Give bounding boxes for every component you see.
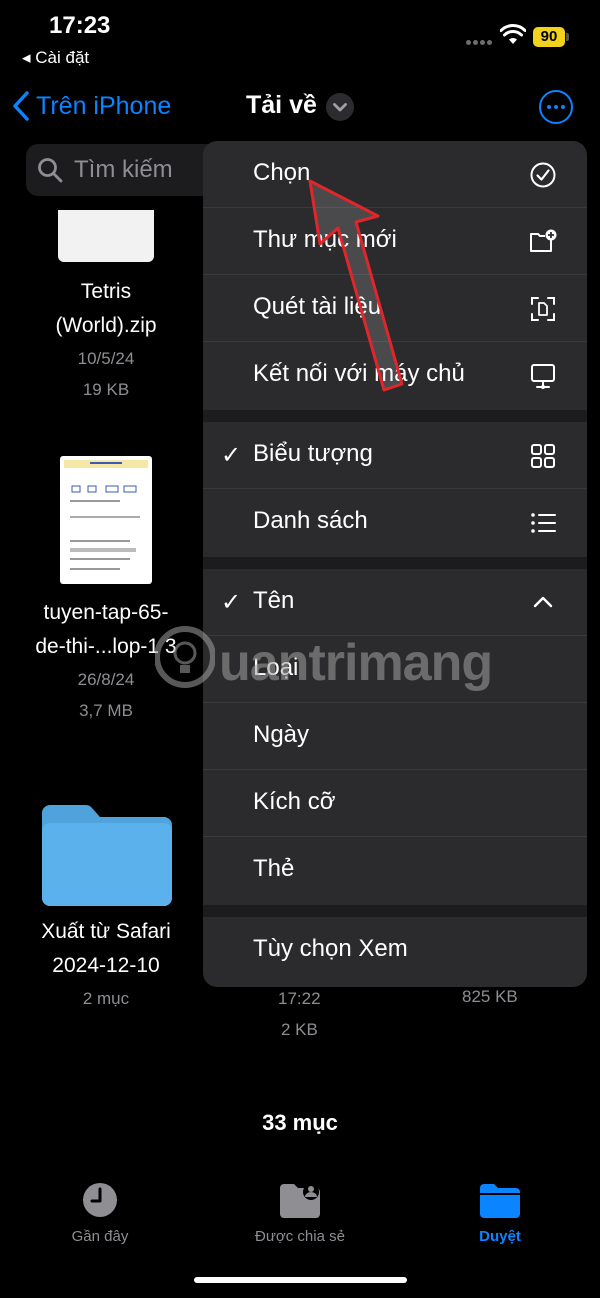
desktop-computer-icon	[531, 364, 555, 389]
file-time: 17:22	[278, 989, 321, 1008]
file-name-cont: (World).zip	[55, 314, 157, 337]
zip-file-thumbnail[interactable]	[58, 210, 154, 262]
back-to-settings-link[interactable]: ◂ Cài đặt	[22, 48, 89, 68]
wifi-icon	[500, 24, 526, 44]
menu-item-label: Danh sách	[253, 507, 368, 534]
menu-item-label: Ngày	[253, 721, 310, 748]
home-indicator[interactable]	[194, 1277, 407, 1283]
search-icon	[38, 158, 63, 183]
item-count: 33 mục	[262, 1110, 338, 1135]
file-name: Tetris	[80, 280, 132, 303]
annotation-arrow-icon	[308, 179, 404, 392]
tab-browse[interactable]: Duyệt	[400, 1170, 600, 1245]
title-menu-button[interactable]	[326, 93, 354, 121]
menu-separator	[203, 557, 587, 569]
clock-icon	[83, 1183, 117, 1217]
checkmark-icon: ✓	[221, 589, 242, 616]
status-bar: 17:23 ◂ Cài đặt 90	[0, 0, 600, 75]
tab-recents[interactable]: Gần đây	[0, 1170, 200, 1245]
folder-item-count: 2 mục	[82, 989, 130, 1008]
folder-icon	[480, 1184, 520, 1218]
menu-item-list-view[interactable]: Danh sách	[203, 489, 587, 557]
tab-shared[interactable]: Được chia sẻ	[200, 1170, 400, 1245]
tab-label: Duyệt	[479, 1228, 521, 1245]
chevron-left-icon	[13, 91, 29, 121]
folder-icon[interactable]	[42, 803, 172, 906]
watermark-text: uantrimang	[219, 634, 493, 692]
pdf-file-thumbnail[interactable]	[60, 456, 152, 584]
file-date: 10/5/24	[77, 349, 135, 368]
document-preview-icon	[64, 460, 148, 570]
doc-viewfinder-icon	[531, 297, 555, 321]
lightbulb-logo-icon	[155, 626, 215, 688]
file-size: 2 KB	[281, 1020, 318, 1039]
chevron-up-icon	[533, 596, 553, 608]
menu-separator	[203, 905, 587, 917]
menu-item-sort-date[interactable]: Ngày	[203, 703, 587, 770]
watermark-logo: uantrimang	[155, 625, 515, 705]
menu-item-label: Tên	[253, 587, 295, 614]
chevron-down-icon	[333, 103, 347, 112]
folder-name: Xuất từ Safari	[41, 920, 171, 943]
navigation-bar: Trên iPhone Tải về	[0, 75, 600, 140]
page-title[interactable]: Tải về	[246, 91, 317, 120]
back-app-label: Cài đặt	[35, 48, 90, 67]
menu-item-label: Tùy chọn Xem	[253, 935, 408, 962]
menu-item-sort-size[interactable]: Kích cỡ	[203, 770, 587, 837]
tab-label: Gần đây	[71, 1228, 129, 1245]
file-item[interactable]: Tetris (World).zip 10/5/24 19 KB	[20, 275, 192, 405]
menu-item-label: Kích cỡ	[253, 788, 336, 815]
folder-badge-plus-icon	[530, 229, 557, 252]
status-time: 17:23	[49, 12, 111, 39]
menu-item-label: Thẻ	[253, 855, 295, 882]
menu-item-label: Biểu tượng	[253, 440, 373, 467]
folder-item[interactable]: Xuất từ Safari 2024-12-10 2 mục	[20, 915, 192, 1014]
tab-label: Được chia sẻ	[255, 1228, 345, 1245]
menu-item-view-options[interactable]: Tùy chọn Xem	[203, 917, 587, 987]
tab-bar: Gần đây Được chia sẻ Duyệt	[0, 1170, 600, 1260]
back-button[interactable]: Trên iPhone	[12, 89, 171, 123]
menu-item-icons-view[interactable]: ✓ Biểu tượng	[203, 422, 587, 489]
file-size: 19 KB	[82, 380, 130, 399]
back-button-label: Trên iPhone	[36, 91, 172, 120]
cellular-dots-icon	[466, 40, 492, 46]
folder-name-cont: 2024-12-10	[52, 954, 160, 977]
more-options-button[interactable]	[539, 90, 573, 124]
search-placeholder: Tìm kiếm	[74, 156, 173, 183]
checkmark-icon: ✓	[221, 442, 242, 469]
list-icon	[531, 513, 556, 533]
battery-level: 90	[533, 27, 565, 47]
shared-folder-icon	[280, 1184, 320, 1218]
menu-item-sort-tags[interactable]: Thẻ	[203, 837, 587, 905]
menu-separator	[203, 410, 587, 422]
file-size: 825 KB	[462, 987, 518, 1006]
battery-icon: 90	[533, 27, 569, 47]
checkmark-circle-icon	[530, 162, 556, 188]
grid-icon	[531, 444, 555, 468]
